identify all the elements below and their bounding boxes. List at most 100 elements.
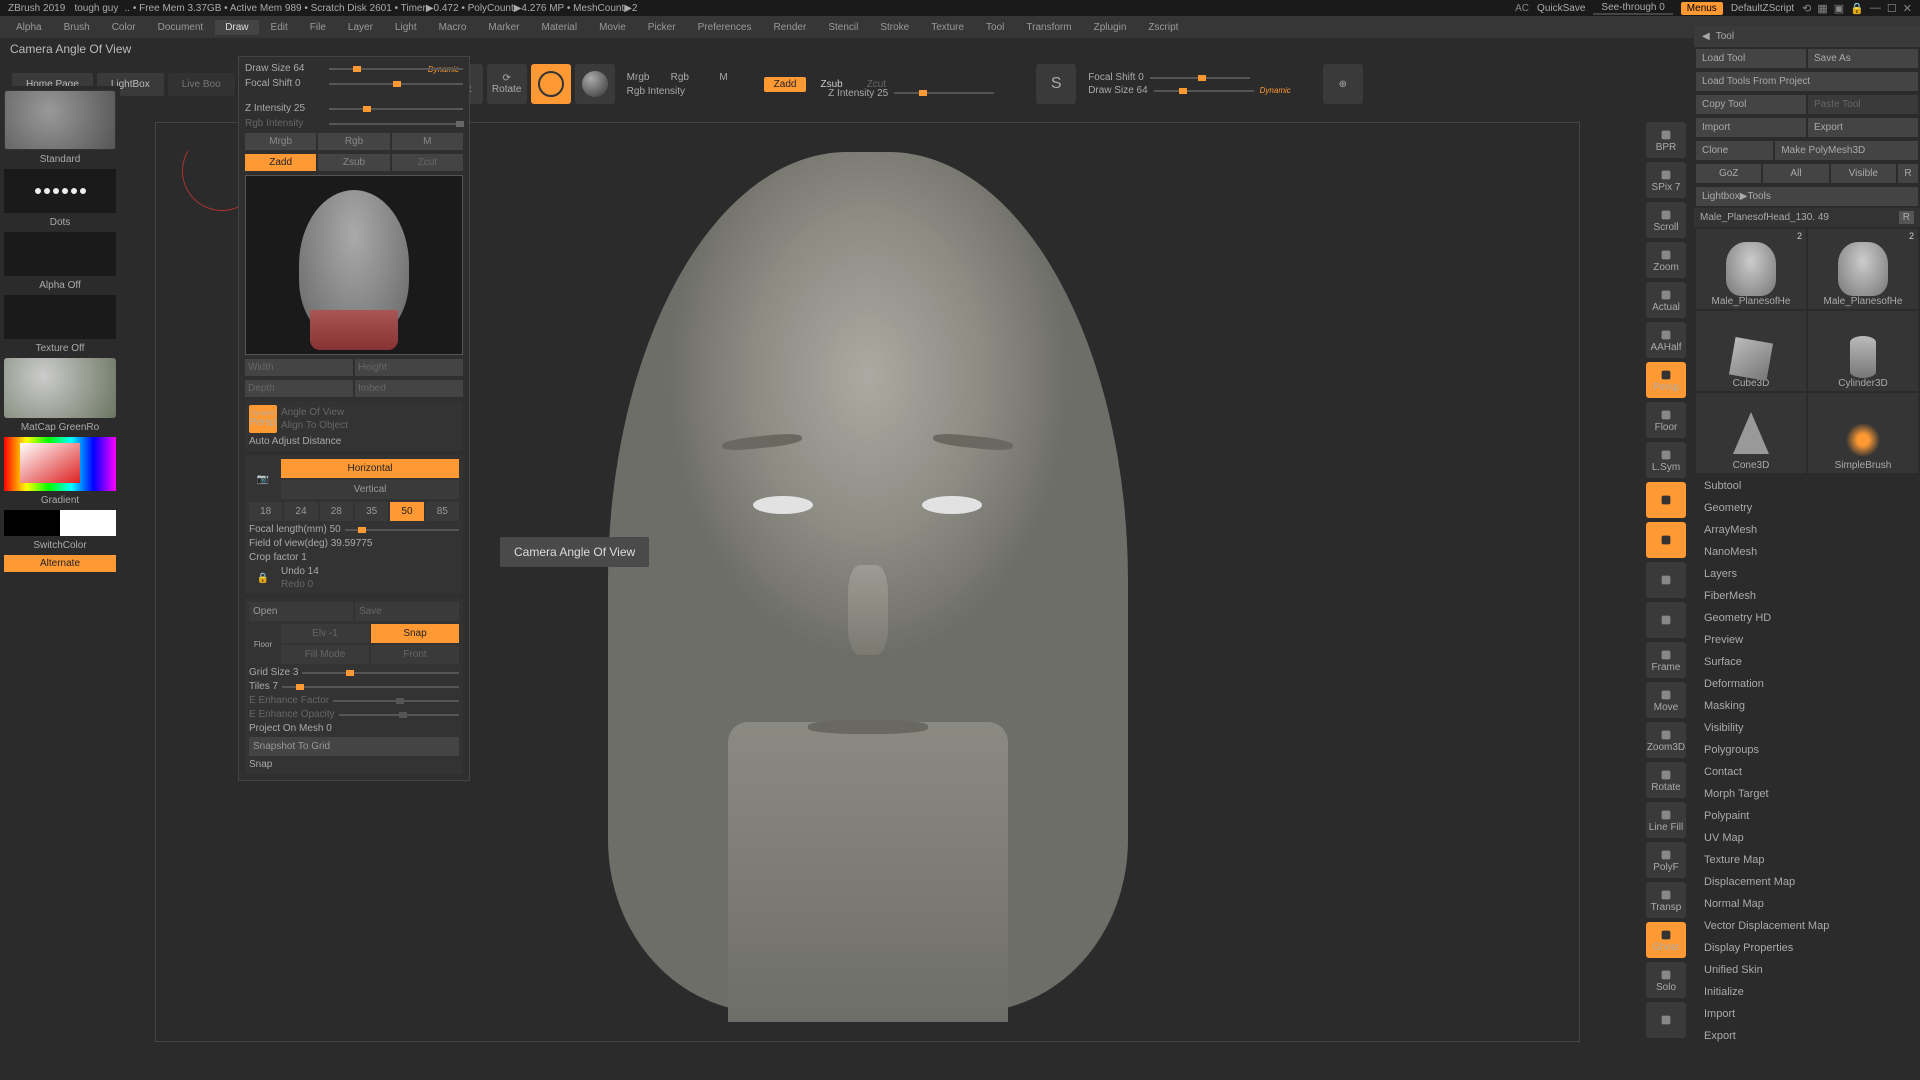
- section-subtool[interactable]: Subtool: [1694, 475, 1920, 497]
- stroke-thumbnail[interactable]: [4, 169, 116, 213]
- section-normal-map[interactable]: Normal Map: [1694, 893, 1920, 915]
- section-preview[interactable]: Preview: [1694, 629, 1920, 651]
- rstrip-Move[interactable]: Move: [1646, 682, 1686, 718]
- menu-movie[interactable]: Movie: [589, 20, 636, 35]
- texture-thumbnail[interactable]: [4, 295, 116, 339]
- rstrip-PolyF[interactable]: PolyF: [1646, 842, 1686, 878]
- menu-preferences[interactable]: Preferences: [688, 20, 762, 35]
- import-btn[interactable]: Import: [1696, 118, 1806, 137]
- menu-draw[interactable]: Draw: [215, 20, 258, 35]
- lock-icon-small[interactable]: 🔒: [249, 566, 277, 590]
- m-btn[interactable]: M: [392, 133, 463, 150]
- rstrip-AAHalf[interactable]: AAHalf: [1646, 322, 1686, 358]
- zadd-toggle[interactable]: Zadd: [764, 77, 807, 92]
- save-btn[interactable]: Save: [355, 602, 459, 621]
- tiles[interactable]: Tiles 7: [249, 681, 278, 692]
- export-btn[interactable]: Export: [1808, 118, 1918, 137]
- section-deformation[interactable]: Deformation: [1694, 673, 1920, 695]
- fl-35[interactable]: 35: [355, 502, 388, 521]
- see-through-slider[interactable]: See-through 0: [1593, 2, 1672, 15]
- rstrip-Solo[interactable]: Solo: [1646, 962, 1686, 998]
- rstrip-Zoom[interactable]: Zoom: [1646, 242, 1686, 278]
- section-contact[interactable]: Contact: [1694, 761, 1920, 783]
- section-texture-map[interactable]: Texture Map: [1694, 849, 1920, 871]
- menu-document[interactable]: Document: [148, 20, 214, 35]
- menu-edit[interactable]: Edit: [261, 20, 298, 35]
- menus-toggle[interactable]: Menus: [1681, 2, 1723, 15]
- load-tool-btn[interactable]: Load Tool: [1696, 49, 1806, 68]
- load-from-project-btn[interactable]: Load Tools From Project: [1696, 72, 1918, 91]
- horizontal-btn[interactable]: Horizontal: [281, 459, 459, 478]
- section-display-properties[interactable]: Display Properties: [1694, 937, 1920, 959]
- undo-label[interactable]: Undo 14: [281, 566, 459, 577]
- rgb-intensity-label[interactable]: Rgb Intensity: [627, 86, 685, 97]
- menu-texture[interactable]: Texture: [921, 20, 974, 35]
- rstrip-Zoom3D[interactable]: Zoom3D: [1646, 722, 1686, 758]
- menu-stencil[interactable]: Stencil: [818, 20, 868, 35]
- minimize-icon[interactable]: —: [1870, 2, 1881, 14]
- r-btn[interactable]: R: [1898, 164, 1918, 183]
- menu-marker[interactable]: Marker: [478, 20, 529, 35]
- menu-file[interactable]: File: [300, 20, 336, 35]
- m-toggle[interactable]: M: [719, 72, 727, 83]
- section-visibility[interactable]: Visibility: [1694, 717, 1920, 739]
- section-geometry-hd[interactable]: Geometry HD: [1694, 607, 1920, 629]
- clone-btn[interactable]: Clone: [1696, 141, 1773, 160]
- rstrip-10[interactable]: [1646, 522, 1686, 558]
- rstrip-Scroll[interactable]: Scroll: [1646, 202, 1686, 238]
- section-nanomesh[interactable]: NanoMesh: [1694, 541, 1920, 563]
- rstrip-11[interactable]: [1646, 562, 1686, 598]
- section-unified-skin[interactable]: Unified Skin: [1694, 959, 1920, 981]
- all-btn[interactable]: All: [1763, 164, 1828, 183]
- rstrip-Line Fill[interactable]: Line Fill: [1646, 802, 1686, 838]
- width-slider[interactable]: Width: [245, 359, 353, 376]
- rstrip-22[interactable]: [1646, 1002, 1686, 1038]
- drawsize-label[interactable]: Draw Size 64: [245, 63, 325, 74]
- fl-28[interactable]: 28: [320, 502, 353, 521]
- rstrip-Actual[interactable]: Actual: [1646, 282, 1686, 318]
- zsub-btn[interactable]: Zsub: [318, 154, 389, 171]
- project-on-mesh[interactable]: Project On Mesh 0: [249, 723, 332, 734]
- mrgb-btn[interactable]: Mrgb: [245, 133, 316, 150]
- vertical-btn[interactable]: Vertical: [281, 480, 459, 499]
- section-arraymesh[interactable]: ArrayMesh: [1694, 519, 1920, 541]
- menu-brush[interactable]: Brush: [54, 20, 100, 35]
- fov[interactable]: Field of view(deg) 39.59775: [249, 538, 372, 549]
- menu-alpha[interactable]: Alpha: [6, 20, 52, 35]
- section-vector-displacement-map[interactable]: Vector Displacement Map: [1694, 915, 1920, 937]
- quicksave-button[interactable]: QuickSave: [1537, 3, 1585, 14]
- zadd-btn[interactable]: Zadd: [245, 154, 316, 171]
- menu-stroke[interactable]: Stroke: [870, 20, 919, 35]
- zint-label[interactable]: Z Intensity 25: [245, 103, 325, 114]
- persp-toggle[interactable]: DynamicPersp: [249, 405, 277, 433]
- z-intensity-slider[interactable]: Z Intensity 25: [828, 88, 888, 99]
- section-polypaint[interactable]: Polypaint: [1694, 805, 1920, 827]
- open-btn[interactable]: Open: [249, 602, 353, 621]
- s-icon[interactable]: S: [1036, 64, 1076, 104]
- rstrip-Frame[interactable]: Frame: [1646, 642, 1686, 678]
- grid-size[interactable]: Grid Size 3: [249, 667, 298, 678]
- alternate-button[interactable]: Alternate: [4, 555, 116, 572]
- section-layers[interactable]: Layers: [1694, 563, 1920, 585]
- elv-label[interactable]: Elv -1: [281, 624, 369, 643]
- color-picker[interactable]: [4, 437, 116, 491]
- section-geometry[interactable]: Geometry: [1694, 497, 1920, 519]
- icon-b[interactable]: ▦: [1817, 2, 1827, 15]
- rstrip-Ghost[interactable]: Ghost: [1646, 922, 1686, 958]
- lightbox-tools-btn[interactable]: Lightbox▶Tools: [1696, 187, 1918, 206]
- visible-btn[interactable]: Visible: [1831, 164, 1896, 183]
- zcut-btn[interactable]: Zcut: [392, 154, 463, 171]
- make-polymesh-btn[interactable]: Make PolyMesh3D: [1775, 141, 1918, 160]
- icon-a[interactable]: ⟲: [1802, 2, 1811, 15]
- menu-light[interactable]: Light: [385, 20, 427, 35]
- section-export[interactable]: Export: [1694, 1025, 1920, 1047]
- mrgb-toggle[interactable]: Mrgb: [627, 72, 650, 83]
- fill-label[interactable]: Fill Mode: [281, 645, 369, 664]
- section-polygroups[interactable]: Polygroups: [1694, 739, 1920, 761]
- aov-label[interactable]: Angle Of View: [281, 407, 348, 418]
- switch-color-label[interactable]: SwitchColor: [4, 538, 116, 553]
- tool-Cylinder3D[interactable]: Cylinder3D: [1808, 311, 1918, 391]
- floor-icon[interactable]: Floor: [249, 632, 277, 656]
- section-morph-target[interactable]: Morph Target: [1694, 783, 1920, 805]
- focal-length[interactable]: Focal length(mm) 50: [249, 524, 341, 535]
